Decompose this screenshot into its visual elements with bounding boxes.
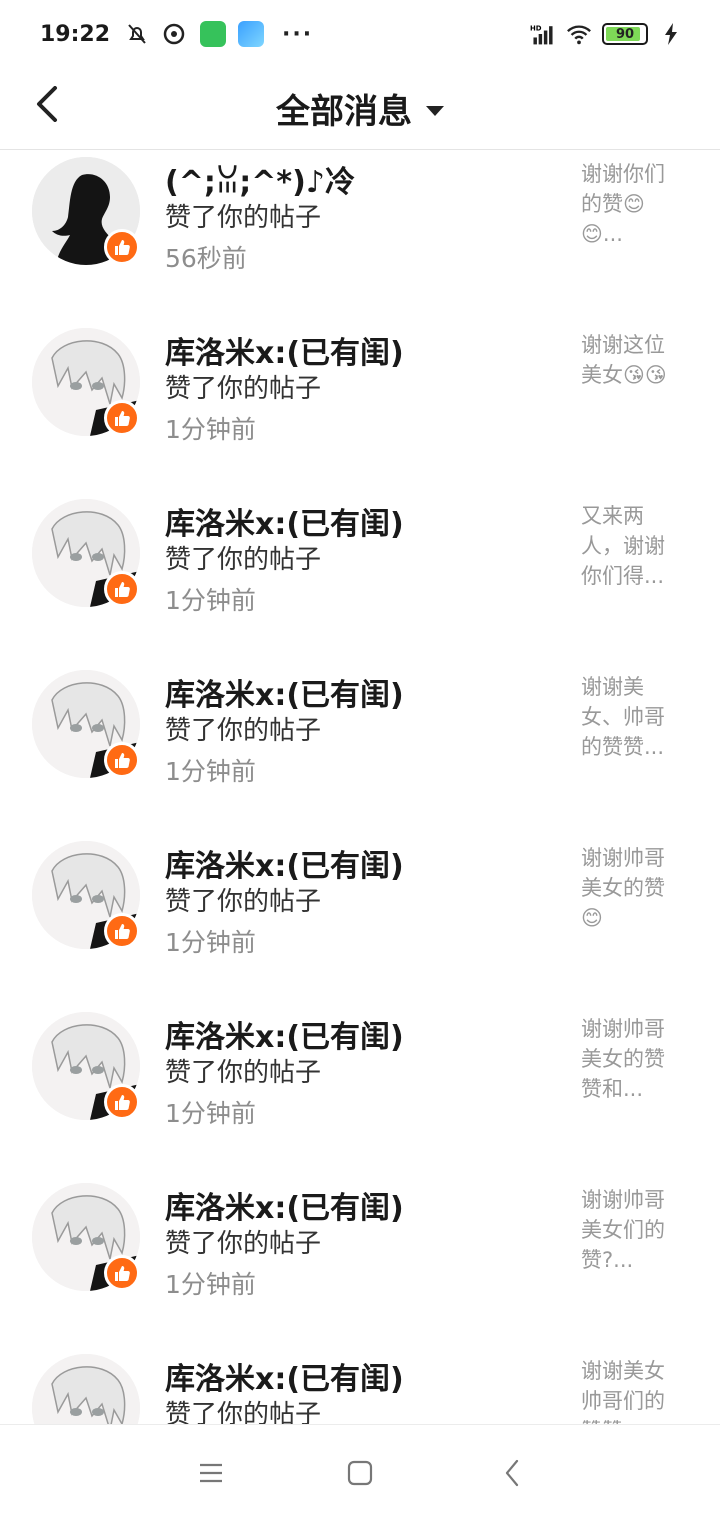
- user-name[interactable]: 库洛米x:(已有闺): [165, 670, 404, 714]
- timestamp: 1分钟前: [165, 928, 256, 957]
- thumbs-up-icon: [115, 411, 130, 426]
- post-preview[interactable]: 谢谢帅哥美女的赞😊: [581, 843, 681, 933]
- app-icon-green: [200, 21, 227, 47]
- user-name[interactable]: 库洛米x:(已有闺): [165, 1012, 404, 1056]
- caret-down-icon: [426, 105, 444, 116]
- mute-bell-icon: [124, 21, 150, 47]
- post-preview[interactable]: 谢谢帅哥美女的赞赞和...: [581, 1014, 681, 1104]
- list-item[interactable]: 库洛米x:(已有闺) 赞了你的帖子 1分钟前 谢谢帅哥美女的赞😊: [0, 835, 720, 1006]
- system-nav-bar: [0, 1424, 720, 1520]
- list-item[interactable]: 库洛米x:(已有闺) 赞了你的帖子 1分钟前 谢谢帅哥美女的赞赞和...: [0, 1006, 720, 1177]
- post-preview[interactable]: 又来两人，谢谢你们得...: [581, 501, 681, 591]
- like-badge: [104, 571, 140, 607]
- like-badge: [104, 1255, 140, 1291]
- list-item[interactable]: 库洛米x:(已有闺) 赞了你的帖子 1分钟前 谢谢美女、帅哥的赞赞...: [0, 664, 720, 835]
- action-text: 赞了你的帖子: [165, 1400, 322, 1424]
- post-preview[interactable]: 谢谢你们的赞😊😊...: [581, 159, 681, 249]
- like-badge: [104, 229, 140, 265]
- action-text: 赞了你的帖子: [165, 887, 322, 917]
- back-icon: [505, 1459, 519, 1487]
- home-button[interactable]: [340, 1457, 380, 1489]
- post-preview[interactable]: 谢谢美女、帅哥的赞赞...: [581, 672, 681, 762]
- more-dots-icon: ···: [282, 21, 314, 47]
- battery-icon: 90: [602, 23, 648, 45]
- signal-icon: HD: [530, 21, 556, 47]
- action-text: 赞了你的帖子: [165, 545, 322, 575]
- timestamp: 1分钟前: [165, 1270, 256, 1299]
- list-item[interactable]: 库洛米x:(已有闺) 赞了你的帖子 谢谢美女帅哥们的赞赞: [0, 1348, 720, 1424]
- thumbs-up-icon: [115, 753, 130, 768]
- user-name[interactable]: 库洛米x:(已有闺): [165, 841, 404, 885]
- status-bar: 19:22 ··· HD 90: [0, 0, 720, 68]
- list-item[interactable]: 库洛米x:(已有闺) 赞了你的帖子 1分钟前 谢谢这位美女😘😘: [0, 322, 720, 493]
- user-name[interactable]: 库洛米x:(已有闺): [165, 499, 404, 543]
- avatar[interactable]: [32, 1354, 140, 1424]
- post-preview[interactable]: 谢谢美女帅哥们的赞赞: [581, 1356, 681, 1424]
- post-preview[interactable]: 谢谢这位美女😘😘: [581, 330, 681, 390]
- title-dropdown[interactable]: 全部消息: [276, 84, 444, 133]
- back-button[interactable]: [28, 84, 68, 124]
- avatar-anime-icon: [32, 1354, 140, 1424]
- timestamp: 1分钟前: [165, 586, 256, 615]
- menu-button[interactable]: [191, 1457, 231, 1489]
- media-icon: [162, 21, 188, 47]
- timestamp: 1分钟前: [165, 757, 256, 786]
- page-title: 全部消息: [276, 92, 412, 132]
- header: 全部消息: [0, 68, 720, 150]
- post-preview[interactable]: 谢谢帅哥美女们的赞?...: [581, 1185, 681, 1275]
- timestamp: 1分钟前: [165, 415, 256, 444]
- thumbs-up-icon: [115, 1266, 130, 1281]
- thumbs-up-icon: [115, 240, 130, 255]
- notification-list[interactable]: (^;ꈍ;^*)♪冷 赞了你的帖子 56秒前 谢谢你们的赞😊😊... 库洛米x:…: [0, 151, 720, 1424]
- thumbs-up-icon: [115, 582, 130, 597]
- list-item[interactable]: 库洛米x:(已有闺) 赞了你的帖子 1分钟前 又来两人，谢谢你们得...: [0, 493, 720, 664]
- action-text: 赞了你的帖子: [165, 1229, 322, 1259]
- user-name[interactable]: 库洛米x:(已有闺): [165, 1354, 404, 1398]
- timestamp: 56秒前: [165, 244, 247, 273]
- list-item[interactable]: 库洛米x:(已有闺) 赞了你的帖子 1分钟前 谢谢帅哥美女们的赞?...: [0, 1177, 720, 1348]
- action-text: 赞了你的帖子: [165, 1058, 322, 1088]
- home-square-icon: [347, 1460, 373, 1486]
- menu-icon: [200, 1463, 222, 1483]
- like-badge: [104, 1084, 140, 1120]
- action-text: 赞了你的帖子: [165, 203, 322, 233]
- like-badge: [104, 742, 140, 778]
- user-name[interactable]: 库洛米x:(已有闺): [165, 1183, 404, 1227]
- timestamp: 1分钟前: [165, 1099, 256, 1128]
- list-item[interactable]: (^;ꈍ;^*)♪冷 赞了你的帖子 56秒前 谢谢你们的赞😊😊...: [0, 151, 720, 322]
- thumbs-up-icon: [115, 924, 130, 939]
- charging-icon: [658, 21, 684, 47]
- wifi-icon: [566, 21, 592, 47]
- svg-text:HD: HD: [530, 25, 542, 33]
- battery-level: 90: [615, 26, 635, 42]
- chevron-left-icon: [37, 86, 57, 122]
- thumbs-up-icon: [115, 1095, 130, 1110]
- app-icon-blue: [238, 21, 265, 47]
- like-badge: [104, 400, 140, 436]
- system-back-button[interactable]: [492, 1457, 532, 1489]
- status-time: 19:22: [40, 21, 111, 47]
- user-name[interactable]: (^;ꈍ;^*)♪冷: [165, 157, 355, 201]
- user-name[interactable]: 库洛米x:(已有闺): [165, 328, 404, 372]
- action-text: 赞了你的帖子: [165, 374, 322, 404]
- like-badge: [104, 913, 140, 949]
- action-text: 赞了你的帖子: [165, 716, 322, 746]
